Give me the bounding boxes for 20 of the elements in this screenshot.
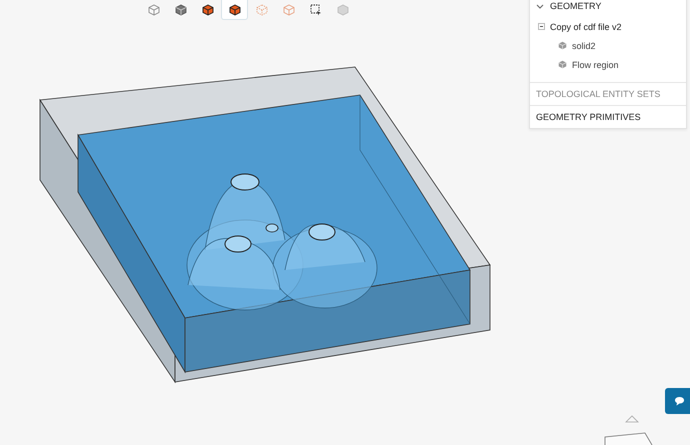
- wireframe-cube-icon: [148, 4, 160, 16]
- box-select-icon: [310, 4, 322, 16]
- cube-icon: [558, 60, 567, 69]
- tree-item[interactable]: Flow region: [572, 60, 619, 70]
- cube-icon: [228, 4, 240, 16]
- cube-icon: [174, 4, 186, 16]
- view-triangle-icon: [625, 415, 639, 422]
- wireframe-cube-icon: [282, 4, 294, 16]
- cube-icon: [336, 4, 348, 16]
- section-header[interactable]: GEOMETRY PRIMITIVES: [536, 112, 641, 122]
- chevron-icon[interactable]: [536, 4, 544, 8]
- cube-icon: [202, 4, 214, 16]
- dashed-cube-icon: [256, 4, 268, 16]
- tree-item[interactable]: Copy of cdf file v2: [550, 22, 622, 32]
- tree-item[interactable]: solid2: [572, 40, 596, 50]
- chat-button[interactable]: [665, 388, 690, 414]
- chat-icon: [674, 396, 684, 406]
- section-header[interactable]: GEOMETRY: [550, 1, 602, 11]
- collapse-icon[interactable]: [538, 23, 545, 30]
- cube-icon: [558, 41, 567, 50]
